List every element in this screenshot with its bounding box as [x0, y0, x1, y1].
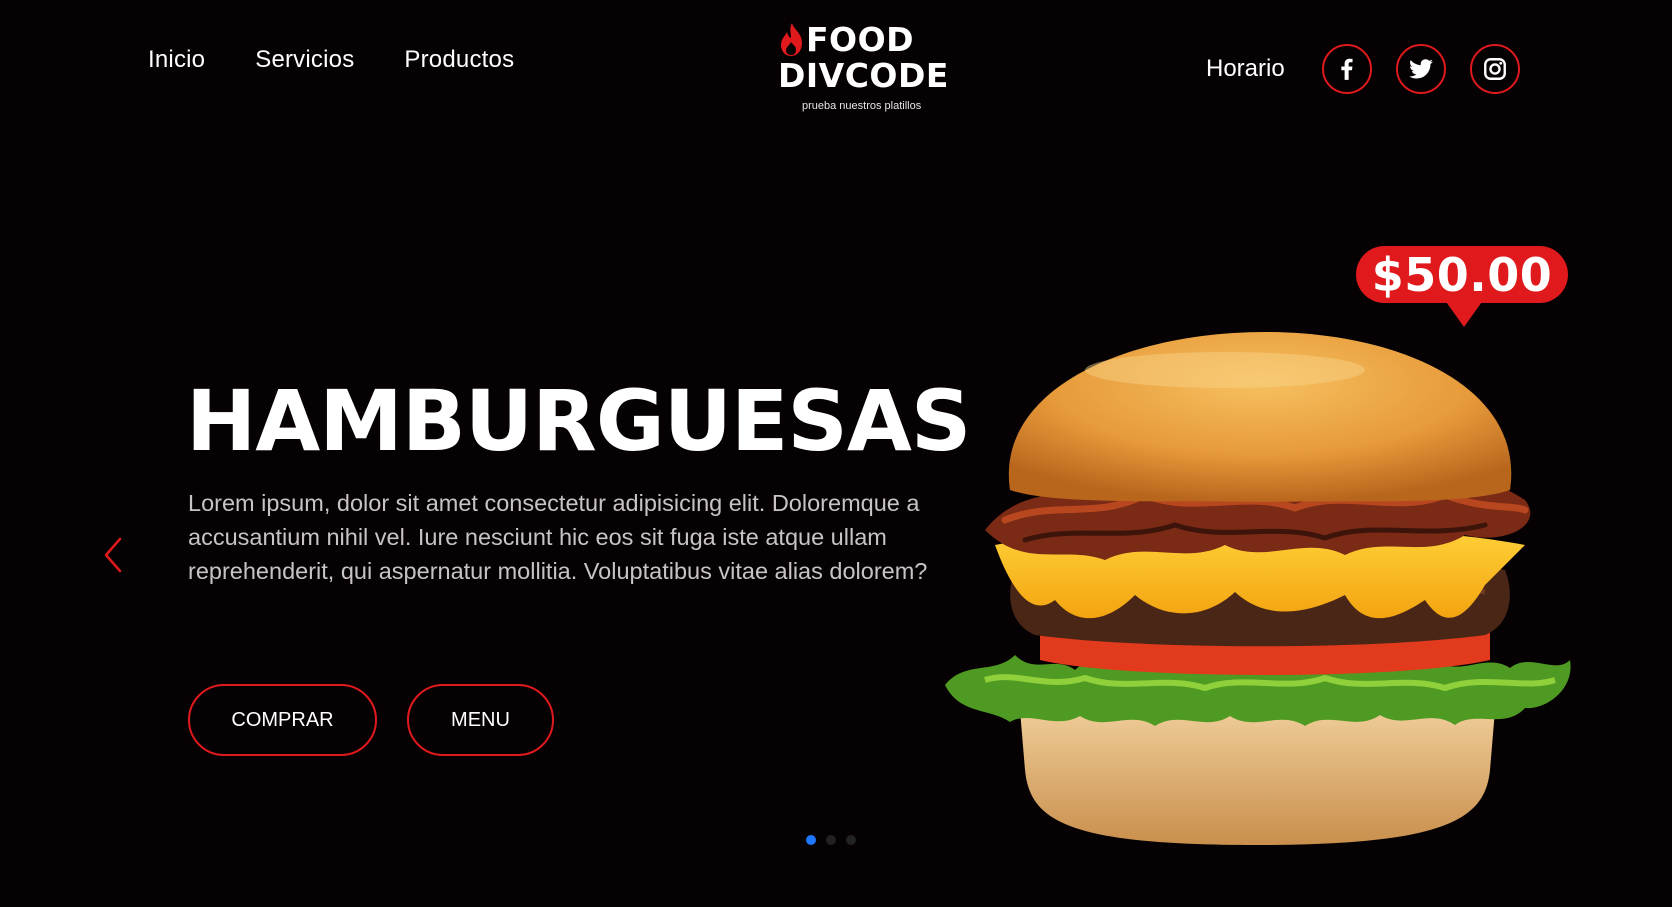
instagram-button[interactable]: [1469, 44, 1520, 94]
hero-title: HAMBURGUESAS: [186, 372, 971, 470]
page: Inicio Servicios Productos FOOD DIVCODE …: [0, 0, 1672, 907]
nav-link-servicios[interactable]: Servicios: [255, 46, 354, 74]
nav-link-inicio[interactable]: Inicio: [148, 46, 205, 74]
twitter-icon: [1408, 59, 1433, 79]
logo-tagline: prueba nuestros platillos: [802, 100, 922, 112]
slider-pagination: [806, 835, 856, 845]
buy-button[interactable]: COMPRAR: [188, 684, 377, 756]
logo-line-1: FOOD: [778, 22, 950, 58]
main-nav: Inicio Servicios Productos: [148, 46, 514, 74]
instagram-icon: [1483, 58, 1506, 80]
slider-dot-3[interactable]: [846, 835, 856, 845]
price-badge-pointer: [1444, 299, 1484, 327]
chevron-left-icon[interactable]: [100, 535, 126, 575]
logo[interactable]: FOOD DIVCODE prueba nuestros platillos: [778, 22, 950, 113]
hero-description: Lorem ipsum, dolor sit amet consectetur …: [188, 490, 928, 584]
facebook-icon: [1341, 58, 1353, 80]
nav-link-productos[interactable]: Productos: [404, 46, 514, 74]
burger-image: [945, 332, 1571, 845]
logo-text-food: FOOD: [806, 20, 915, 59]
facebook-button[interactable]: [1321, 44, 1372, 94]
slider-dot-2[interactable]: [826, 835, 836, 845]
menu-button[interactable]: MENU: [407, 684, 554, 756]
slider-dot-1[interactable]: [806, 835, 816, 845]
flame-icon: [781, 23, 802, 56]
price-badge: $50.00: [1356, 246, 1568, 303]
header-right: Horario: [1206, 44, 1544, 94]
nav-link-horario[interactable]: Horario: [1206, 55, 1285, 83]
twitter-button[interactable]: [1395, 44, 1446, 94]
logo-text-divcode: DIVCODE: [778, 56, 949, 95]
